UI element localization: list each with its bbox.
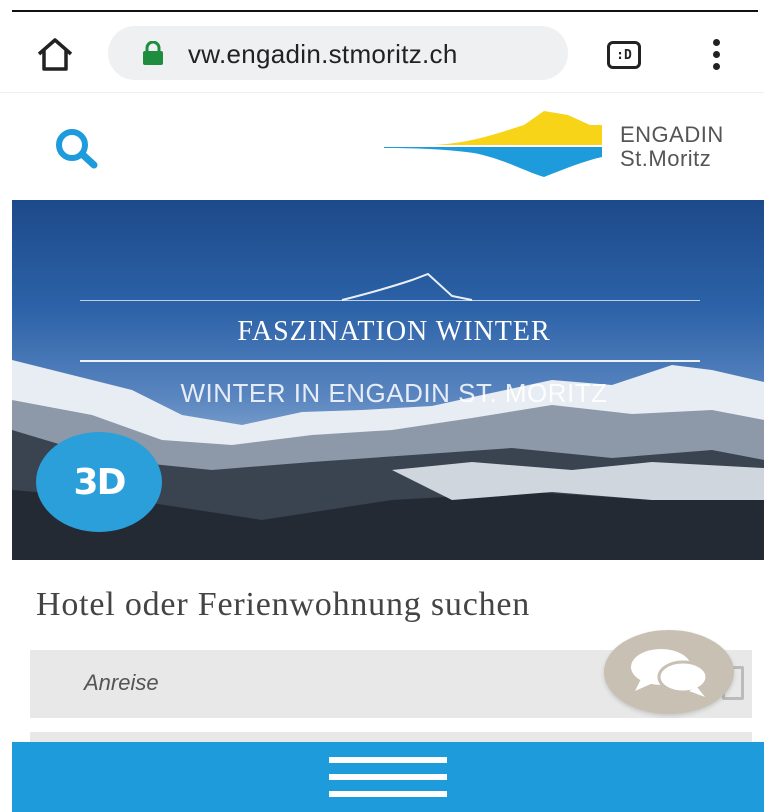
hero-subtitle: WINTER IN ENGADIN ST. MORITZ [180, 378, 608, 408]
hero-rule-top [80, 300, 700, 301]
url-text: vw.engadin.stmoritz.ch [188, 39, 458, 69]
hero-banner[interactable]: FASZINATION WINTER WINTER IN ENGADIN ST.… [12, 200, 764, 560]
chat-icon [631, 649, 709, 697]
home-icon [37, 38, 73, 71]
tabs-button[interactable]: :D [604, 36, 644, 74]
search-icon[interactable] [50, 125, 114, 169]
home-button[interactable] [30, 34, 80, 74]
engadin-logo[interactable]: ENGADIN St.Moritz [384, 111, 754, 181]
tabs-icon: :D [607, 41, 641, 69]
3d-view-button[interactable]: 3D [36, 432, 162, 532]
site-header: ENGADIN St.Moritz [0, 92, 764, 200]
hero-rule-bottom [80, 360, 700, 362]
hamburger-menu-icon[interactable] [329, 757, 447, 797]
hero-title: FASZINATION WINTER [237, 316, 551, 347]
address-bar[interactable]: vw.engadin.stmoritz.ch [108, 26, 568, 80]
arrival-placeholder: Anreise [84, 670, 159, 695]
search-heading: Hotel oder Ferienwohnung suchen [36, 586, 531, 623]
logo-line1: ENGADIN [620, 122, 724, 147]
bottom-nav-bar[interactable] [12, 742, 764, 812]
chat-button[interactable] [604, 630, 734, 714]
browser-toolbar: vw.engadin.stmoritz.ch :D [0, 12, 764, 92]
lock-icon [143, 41, 163, 65]
tabs-label: :D [616, 47, 632, 63]
3d-icon: 3D [73, 461, 127, 503]
more-vert-icon[interactable] [702, 34, 730, 74]
logo-line2: St.Moritz [620, 146, 712, 171]
